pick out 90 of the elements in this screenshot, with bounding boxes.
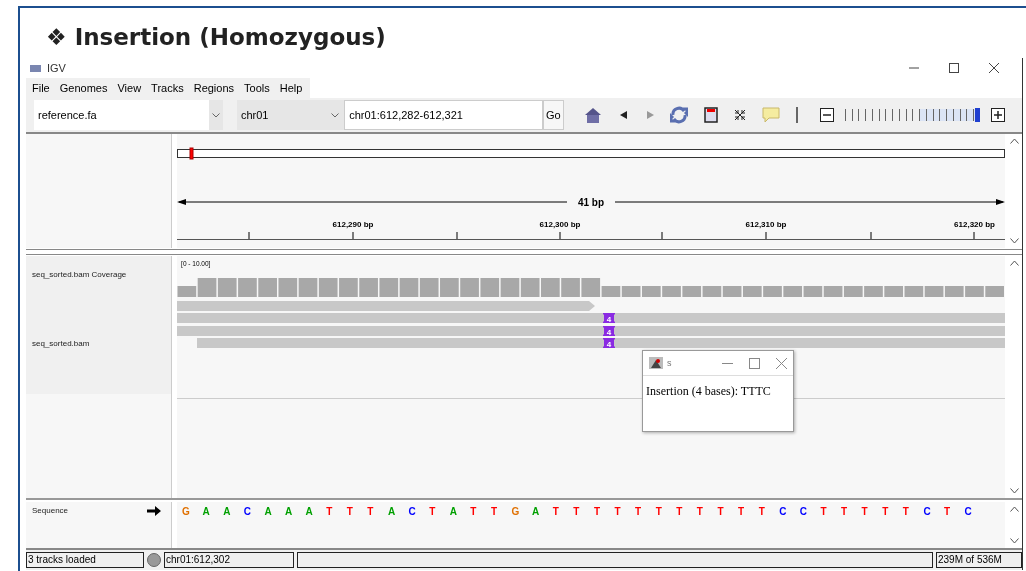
zoom-slider[interactable] [844, 108, 981, 122]
menu-item[interactable]: View [117, 82, 142, 94]
base-letter: C [964, 506, 973, 519]
base-letter: A [449, 506, 458, 519]
chromosome-dropdown[interactable]: chr01 [236, 100, 345, 130]
track-name: seq_sorted.bam Coverage [32, 270, 127, 279]
base-letter: T [882, 506, 890, 519]
base-letter: T [943, 506, 952, 519]
close-icon[interactable] [988, 62, 1000, 74]
base-letter: T [429, 506, 437, 519]
zoom-in-icon[interactable] [991, 108, 1005, 122]
status-indicator-icon [147, 553, 161, 567]
base-letter: C [923, 506, 932, 519]
base-letter: T [696, 506, 704, 519]
base-letter: T [326, 506, 334, 519]
dropdown-caret-icon[interactable] [211, 112, 220, 118]
insertion-marker[interactable]: 4 [603, 338, 616, 349]
tick-label: 612,290 bp [332, 220, 374, 229]
base-letter: T [861, 506, 869, 519]
base-letter: T [841, 506, 849, 519]
scroll-down-icon[interactable] [1009, 488, 1019, 494]
menu-item[interactable]: Regions [193, 82, 235, 94]
strand-arrow-icon[interactable] [147, 506, 161, 516]
base-letter: T [552, 506, 560, 519]
base-letter: T [902, 506, 910, 519]
scroll-up-icon[interactable] [1009, 260, 1019, 266]
base-letter: A [387, 506, 397, 519]
popup-title: s [667, 358, 672, 368]
track-name: seq_sorted.bam [32, 339, 90, 348]
base-letter: T [820, 506, 828, 519]
resize-icon[interactable] [734, 109, 747, 121]
base-letter: A [532, 506, 541, 519]
base-letter: C [408, 506, 417, 519]
base-letter: T [614, 506, 622, 519]
window-title: IGV [47, 62, 66, 74]
base-letter: G [182, 506, 191, 519]
base-letter: T [573, 506, 581, 519]
separator-icon [796, 107, 799, 123]
menu-item[interactable]: Help [279, 82, 303, 94]
base-letter: T [635, 506, 643, 519]
menu-item[interactable]: Tracks [151, 82, 184, 94]
base-letter: C [243, 506, 252, 519]
base-letter: C [779, 506, 788, 519]
app-icon [30, 64, 41, 72]
base-letter: A [264, 506, 273, 519]
region-icon[interactable] [704, 107, 719, 123]
base-letter: T [717, 506, 725, 519]
base-letter: T [367, 506, 375, 519]
slide-title: ❖ Insertion (Homozygous) [45, 23, 387, 52]
refresh-icon[interactable] [670, 106, 689, 124]
base-letter: A [223, 506, 232, 519]
base-letter: T [470, 506, 478, 519]
base-letter: T [676, 506, 684, 519]
base-letter: T [738, 506, 746, 519]
insertion-marker[interactable]: 4 [603, 313, 616, 324]
status-position: chr01:612,302 [164, 552, 294, 568]
insertion-marker[interactable]: 4 [603, 326, 616, 337]
scroll-up-icon[interactable] [1009, 138, 1019, 144]
menu-item[interactable]: File [32, 82, 50, 94]
locus-field[interactable]: chr01:612,282-612,321 [344, 100, 543, 130]
menu-item[interactable]: Genomes [59, 82, 108, 94]
span-label: 41 bp [578, 197, 605, 208]
base-letter: T [490, 506, 498, 519]
back-icon[interactable] [618, 110, 629, 120]
base-letter: T [758, 506, 766, 519]
scroll-down-icon[interactable] [1009, 238, 1019, 244]
base-letter: T [593, 506, 601, 519]
tick-label: 612,300 bp [539, 220, 581, 229]
base-letter: T [346, 506, 354, 519]
popup-text: Insertion (4 bases): TTTC [645, 383, 772, 400]
tick-label: 612,310 bp [745, 220, 787, 229]
base-letter: C [799, 506, 809, 519]
scroll-up-icon[interactable] [1009, 506, 1019, 512]
genome-dropdown[interactable]: reference.fa [34, 100, 223, 130]
menu-item[interactable]: Tools [244, 82, 270, 94]
base-letter: A [284, 506, 294, 519]
zoom-out-icon[interactable] [820, 108, 834, 122]
scroll-down-icon[interactable] [1009, 538, 1019, 544]
base-letter: G [511, 506, 521, 519]
base-letter: A [305, 506, 314, 519]
memory-usage: 239M of 536M [936, 552, 1022, 568]
app-icon [649, 357, 664, 369]
dropdown-caret-icon[interactable] [331, 112, 340, 118]
tick-label: 612,320 bp [954, 220, 996, 229]
track-name: Sequence [32, 506, 69, 515]
base-letter: A [202, 506, 211, 519]
status-message: 3 tracks loaded [26, 552, 144, 568]
maximize-icon[interactable] [948, 62, 960, 74]
base-letter: T [655, 506, 663, 519]
go-button[interactable]: Go [543, 100, 564, 130]
